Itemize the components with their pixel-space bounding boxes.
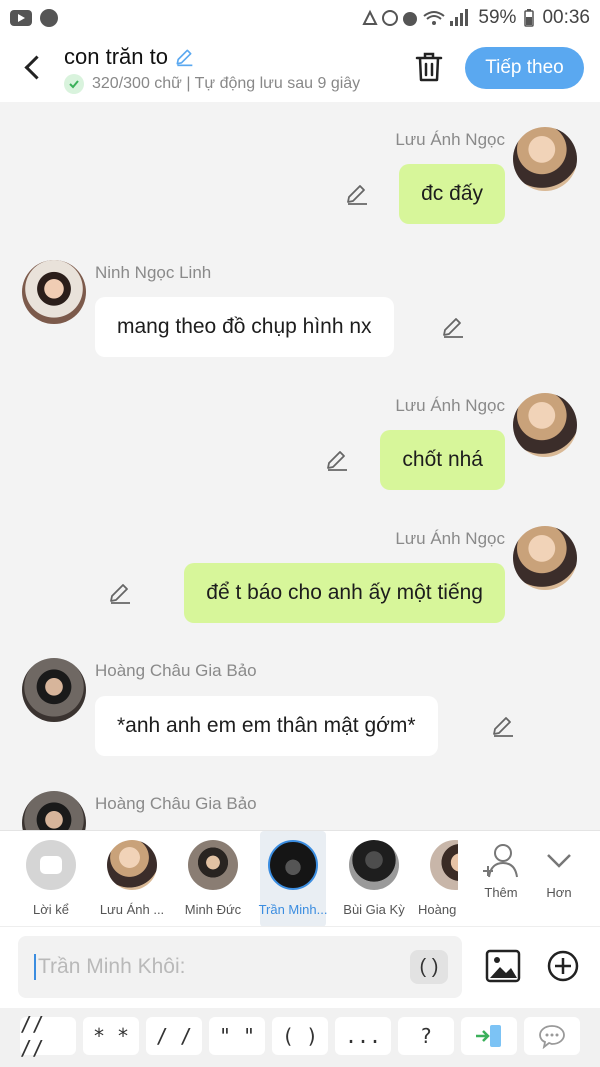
- save-status: 320/300 chữ | Tự động lưu sau 9 giây: [64, 74, 360, 94]
- edit-message-icon[interactable]: [441, 315, 465, 339]
- edit-message-icon[interactable]: [345, 182, 369, 206]
- compose-bar: Trần Minh Khôi: ( ): [0, 926, 600, 1008]
- sender-name: Lưu Ánh Ngọc: [395, 529, 505, 548]
- saved-check-icon: [64, 74, 84, 94]
- avatar[interactable]: [513, 526, 577, 590]
- character-label: Lưu Ánh ...: [99, 902, 165, 917]
- avatar[interactable]: [513, 127, 577, 191]
- edit-message-icon[interactable]: [325, 448, 349, 472]
- character-label: Hoàng: [418, 902, 457, 917]
- save-status-text: 320/300 chữ | Tự động lưu sau 9 giây: [92, 75, 361, 92]
- battery-icon: [524, 9, 535, 27]
- message-input-placeholder: Trần Minh Khôi:: [38, 955, 186, 978]
- avatar[interactable]: [22, 658, 86, 722]
- character-label: Bùi Gia Kỳ: [343, 902, 405, 917]
- character-item[interactable]: Lưu Ánh ...: [99, 831, 165, 927]
- add-person-icon: [483, 844, 518, 878]
- character-avatar: [107, 840, 157, 890]
- character-label: Lời kể: [33, 902, 69, 917]
- character-narrator[interactable]: Lời kể: [18, 831, 84, 927]
- editor-header: con trăn to 320/300 chữ | Tự động lưu sa…: [0, 36, 600, 102]
- more-characters-button[interactable]: Hơn: [526, 831, 592, 927]
- quick-symbol-button[interactable]: " ": [209, 1017, 265, 1055]
- sender-name: Ninh Ngọc Linh: [95, 263, 212, 282]
- message-bubble[interactable]: mang theo đồ chụp hình nx: [95, 297, 394, 357]
- character-avatar: [188, 840, 238, 890]
- back-button[interactable]: [20, 52, 46, 82]
- edit-message-icon[interactable]: [491, 714, 515, 738]
- switch-speaker-button[interactable]: [461, 1017, 517, 1055]
- character-item-selected[interactable]: Trần Minh...: [258, 831, 328, 927]
- parenthesis-button[interactable]: ( ): [410, 950, 448, 984]
- character-item[interactable]: Minh Đức: [180, 831, 246, 927]
- add-circle-icon[interactable]: [546, 949, 580, 983]
- quick-symbol-button[interactable]: ?: [398, 1017, 454, 1055]
- character-avatar: [349, 840, 399, 890]
- character-item[interactable]: Bùi Gia Kỳ: [341, 831, 407, 927]
- edit-message-icon[interactable]: [108, 581, 132, 605]
- add-character-button[interactable]: Thêm: [468, 831, 534, 927]
- message-input[interactable]: Trần Minh Khôi: ( ): [18, 936, 462, 998]
- sender-name: Hoàng Châu Gia Bảo: [95, 661, 257, 680]
- story-title-text: con trăn to: [64, 44, 168, 69]
- quick-symbol-button[interactable]: ...: [335, 1017, 391, 1055]
- message-bubble[interactable]: *anh anh em em thân mật gớm*: [95, 696, 438, 756]
- sender-name: Lưu Ánh Ngọc: [395, 396, 505, 415]
- character-label: Trần Minh...: [258, 902, 328, 917]
- narrator-icon: [26, 840, 76, 890]
- chat-bubble-icon: [539, 1025, 565, 1049]
- quick-symbol-button[interactable]: ( ): [272, 1017, 328, 1055]
- character-avatar: [430, 840, 458, 890]
- sender-name: Hoàng Châu Gia Bảo: [95, 794, 257, 813]
- message-bubble[interactable]: chốt nhá: [380, 430, 505, 490]
- battery-level: 59%: [478, 7, 517, 28]
- edit-title-icon[interactable]: [174, 47, 194, 67]
- more-characters-label: Hơn: [546, 885, 572, 900]
- trash-icon[interactable]: [414, 51, 444, 83]
- status-icons: [362, 9, 469, 26]
- character-item[interactable]: Hoàng: [418, 831, 458, 927]
- character-bar: Lời kể Lưu Ánh ... Minh Đức Trần Minh...…: [0, 830, 600, 927]
- message-bubble[interactable]: để t báo cho anh ấy một tiếng: [184, 563, 505, 623]
- character-avatar: [268, 840, 318, 890]
- character-label: Minh Đức: [184, 902, 242, 917]
- sender-name: Lưu Ánh Ngọc: [395, 130, 505, 149]
- chat-bubble-button[interactable]: [524, 1017, 580, 1055]
- quick-symbol-button[interactable]: / /: [146, 1017, 202, 1055]
- switch-speaker-icon: [476, 1025, 501, 1047]
- avatar[interactable]: [22, 260, 86, 324]
- story-title[interactable]: con trăn to: [64, 44, 194, 70]
- image-icon[interactable]: [485, 949, 521, 983]
- youtube-icon: [10, 10, 32, 26]
- message-bubble[interactable]: đc đấy: [399, 164, 505, 224]
- status-bar: 59% 00:36: [0, 0, 600, 36]
- chevron-down-icon: [547, 854, 571, 868]
- clock: 00:36: [542, 7, 590, 28]
- quick-symbol-button[interactable]: // //: [20, 1012, 76, 1060]
- globe-icon: [40, 9, 58, 27]
- avatar[interactable]: [513, 393, 577, 457]
- next-button[interactable]: Tiếp theo: [465, 47, 584, 89]
- quick-symbol-button[interactable]: * *: [83, 1017, 139, 1055]
- text-caret: [34, 954, 36, 980]
- quick-symbols-bar: // // * * / / " " ( ) ... ?: [0, 1008, 600, 1067]
